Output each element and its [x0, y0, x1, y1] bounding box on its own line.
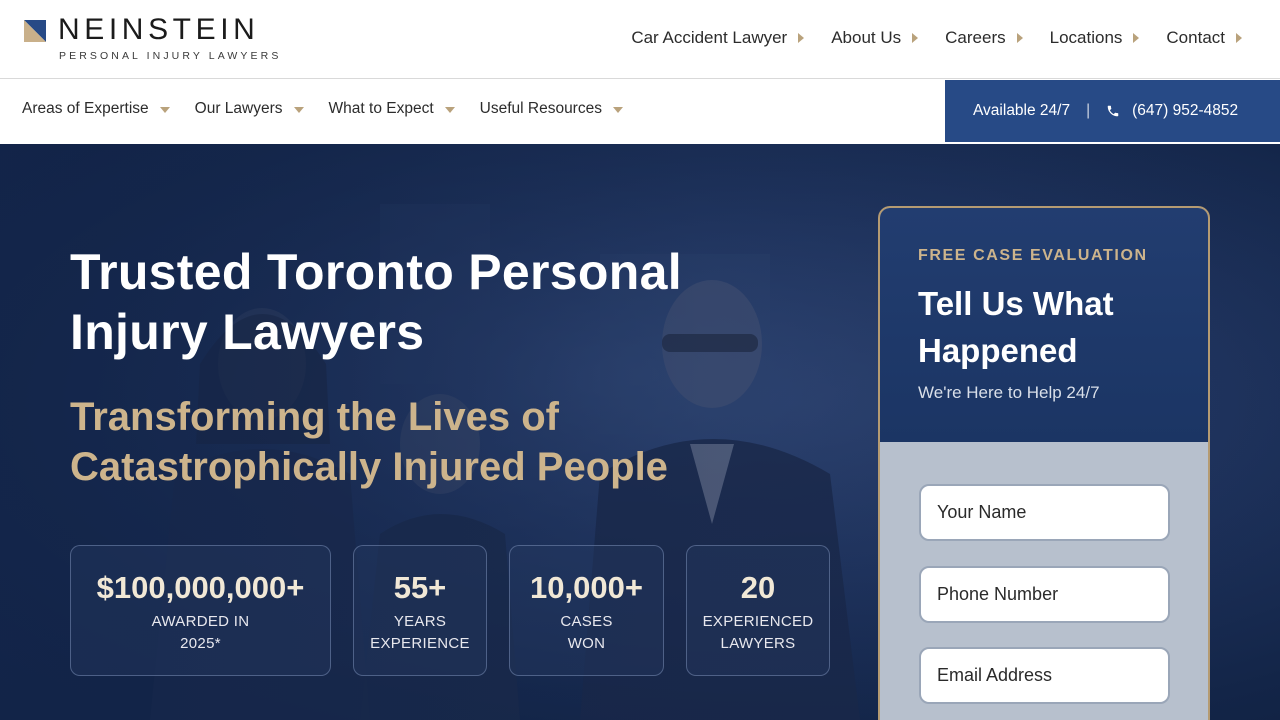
availability-text: Available 24/7 [973, 102, 1071, 119]
stat-card-awarded: $100,000,000+ AWARDED IN 2025* [70, 545, 331, 676]
chevron-down-icon [293, 107, 304, 113]
stat-card-lawyers: 20 EXPERIENCED LAWYERS [686, 545, 830, 676]
top-nav-about-us[interactable]: About Us [831, 28, 919, 48]
case-evaluation-form: FREE CASE EVALUATION Tell Us What Happen… [878, 206, 1210, 720]
name-input[interactable] [919, 484, 1170, 541]
form-header: FREE CASE EVALUATION Tell Us What Happen… [880, 208, 1208, 442]
form-tagline: We're Here to Help 24/7 [918, 383, 1100, 402]
phone-icon [1107, 105, 1119, 117]
logo-wordmark: NEINSTEIN [58, 13, 260, 46]
top-nav-label: Contact [1166, 28, 1225, 47]
form-title: Tell Us What Happened [918, 285, 1114, 369]
phone-input[interactable] [919, 566, 1170, 623]
stat-card-years: 55+ YEARS EXPERIENCE [353, 545, 487, 676]
site-logo[interactable]: NEINSTEIN PERSONAL INJURY LAWYERS [22, 13, 282, 63]
top-nav-locations[interactable]: Locations [1050, 28, 1140, 48]
stat-value: 55+ [393, 570, 447, 605]
caret-right-icon [1236, 33, 1242, 43]
form-kicker: FREE CASE EVALUATION [918, 247, 1148, 264]
top-header: NEINSTEIN PERSONAL INJURY LAWYERS Car Ac… [0, 0, 1280, 79]
stat-label-line2: 2025* [180, 635, 221, 652]
caret-right-icon [1133, 33, 1140, 43]
hero-subtitle: Transforming the Lives of Catastrophical… [70, 395, 668, 489]
caret-right-icon [798, 33, 805, 43]
stat-card-cases: 10,000+ CASES WON [509, 545, 664, 676]
chevron-down-icon [444, 107, 455, 113]
sub-nav-areas-of-expertise[interactable]: Areas of Expertise [22, 100, 170, 118]
top-nav-label: Locations [1049, 28, 1123, 47]
stat-label-line2: WON [567, 635, 606, 652]
top-nav-label: Careers [945, 28, 1006, 47]
sub-nav-what-to-expect[interactable]: What to Expect [329, 100, 455, 118]
stat-value: 20 [740, 570, 776, 605]
stat-label-line2: LAWYERS [720, 635, 796, 652]
email-input[interactable] [919, 647, 1170, 704]
cta-separator: | [1086, 102, 1091, 119]
secondary-nav: Areas of Expertise Our Lawyers What to E… [22, 100, 648, 118]
sub-nav-label: Areas of Expertise [22, 100, 149, 117]
sub-nav-label: Useful Resources [479, 100, 602, 117]
sub-nav-our-lawyers[interactable]: Our Lawyers [195, 100, 304, 118]
top-nav-label: Car Accident Lawyer [631, 28, 788, 47]
phone-number: (647) 952-4852 [1132, 102, 1239, 119]
sub-nav-useful-resources[interactable]: Useful Resources [480, 100, 623, 118]
stat-value: $100,000,000+ [96, 570, 305, 605]
logo-tagline: PERSONAL INJURY LAWYERS [59, 50, 282, 62]
top-nav-label: About Us [831, 28, 902, 47]
chevron-down-icon [159, 107, 170, 113]
top-nav-car-accident-lawyer[interactable]: Car Accident Lawyer [631, 28, 805, 48]
caret-right-icon [1016, 33, 1023, 43]
top-nav: Car Accident Lawyer About Us Careers Loc… [604, 28, 1242, 48]
stat-label-line1: EXPERIENCED [702, 613, 814, 630]
sub-nav-label: What to Expect [328, 100, 434, 117]
hero-title: Trusted Toronto Personal Injury Lawyers [70, 244, 682, 360]
top-nav-careers[interactable]: Careers [945, 28, 1023, 48]
chevron-down-icon [612, 107, 623, 113]
hero-section: Trusted Toronto Personal Injury Lawyers … [0, 144, 1280, 720]
call-cta-button[interactable]: Available 24/7 | (647) 952-4852 [945, 80, 1280, 142]
stat-label-line1: AWARDED IN [151, 613, 250, 630]
stat-label-line1: CASES [560, 613, 613, 630]
stat-label-line2: EXPERIENCE [370, 635, 470, 652]
logo-mark-icon [24, 20, 46, 42]
caret-right-icon [912, 33, 919, 43]
top-nav-contact[interactable]: Contact [1166, 28, 1242, 48]
stat-value: 10,000+ [530, 570, 643, 605]
sub-nav-label: Our Lawyers [194, 100, 283, 117]
stat-label-line1: YEARS [393, 613, 447, 630]
